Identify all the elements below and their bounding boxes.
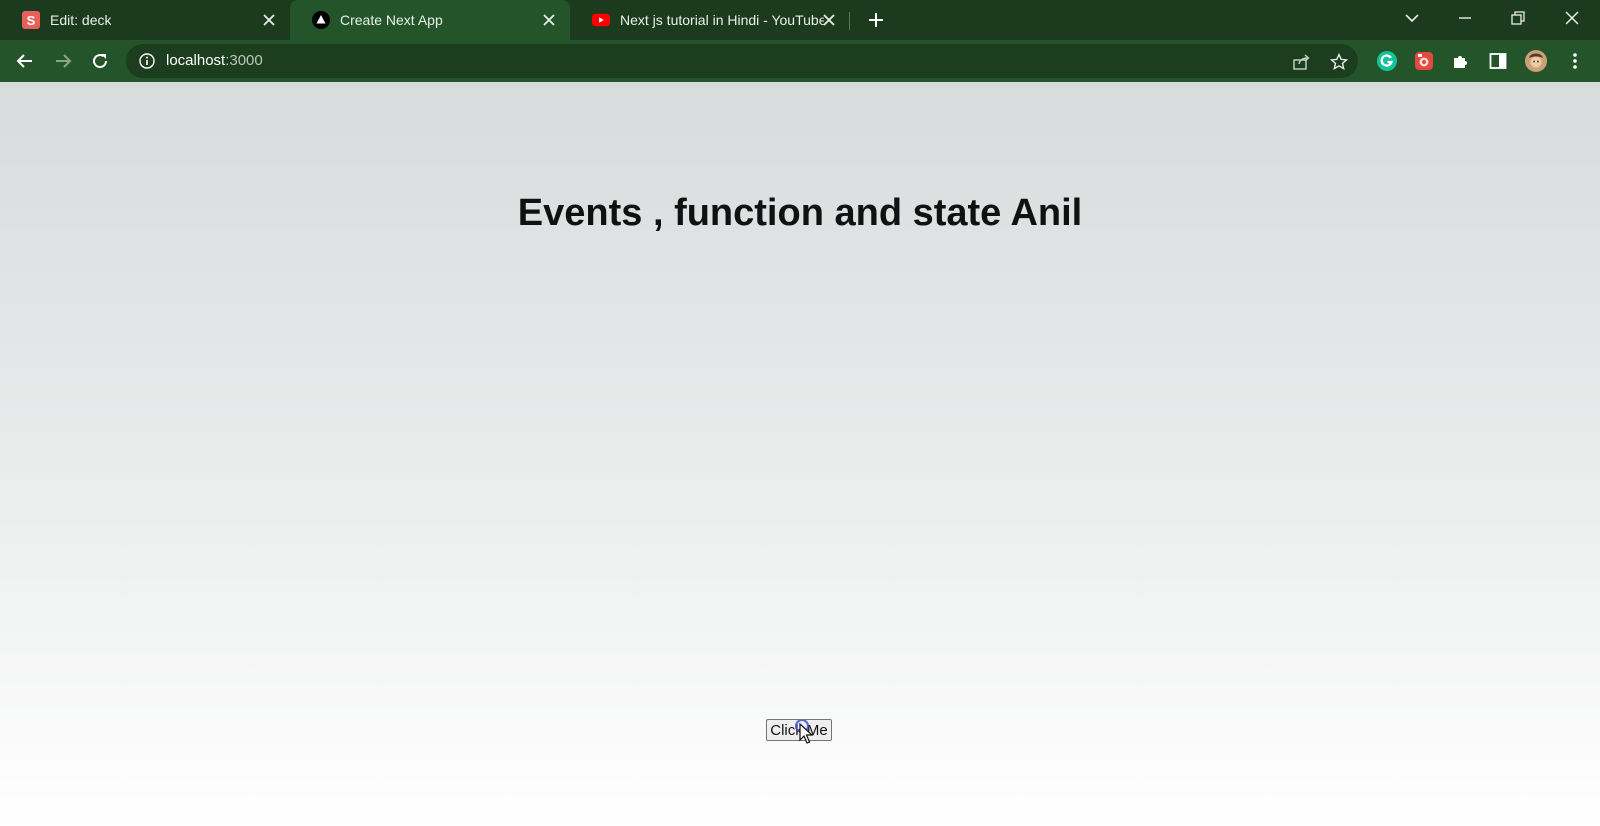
back-button[interactable] <box>13 49 37 73</box>
forward-button[interactable] <box>51 49 75 73</box>
bookmark-star-icon[interactable] <box>1329 52 1349 72</box>
profile-avatar[interactable] <box>1525 50 1547 72</box>
grammarly-icon[interactable] <box>1376 50 1398 72</box>
tab-edit-deck[interactable]: S Edit: deck <box>0 0 290 40</box>
close-tab-icon[interactable] <box>260 11 278 29</box>
close-icon <box>1565 11 1579 25</box>
slides-s-icon: S <box>22 11 40 29</box>
page-viewport: Events , function and state Anil Click M… <box>0 82 1600 826</box>
nextjs-triangle-icon <box>312 11 330 29</box>
url-text[interactable]: localhost:3000 <box>166 52 263 69</box>
svg-text:S: S <box>27 13 36 28</box>
close-tab-icon[interactable] <box>540 11 558 29</box>
tab-title: Next js tutorial in Hindi - YouTube <box>620 12 824 28</box>
side-panel-icon[interactable] <box>1487 50 1509 72</box>
minimize-icon <box>1459 17 1471 19</box>
minimize-button[interactable] <box>1451 6 1479 30</box>
share-icon[interactable] <box>1292 52 1312 72</box>
tab-title: Edit: deck <box>50 12 112 28</box>
tab-search-button[interactable] <box>1398 6 1426 30</box>
tab-create-next-app[interactable]: Create Next App <box>290 0 570 40</box>
url-port: :3000 <box>225 52 263 69</box>
arrow-left-icon <box>16 54 32 68</box>
site-info-icon[interactable] <box>138 52 156 70</box>
tab-youtube[interactable]: Next js tutorial in Hindi - YouTube <box>570 0 850 40</box>
kebab-menu-icon[interactable] <box>1564 50 1586 72</box>
reload-icon <box>93 54 108 69</box>
chevron-down-icon <box>1405 14 1419 23</box>
click-me-button[interactable]: Click Me <box>766 719 832 741</box>
puzzle-icon[interactable] <box>1450 50 1472 72</box>
close-tab-icon[interactable] <box>820 11 838 29</box>
url-host: localhost <box>166 52 226 69</box>
page-heading: Events , function and state Anil <box>517 192 1083 234</box>
youtube-icon <box>592 11 610 29</box>
address-bar[interactable]: localhost:3000 <box>126 44 1358 78</box>
new-tab-button[interactable] <box>864 8 888 32</box>
close-window-button[interactable] <box>1558 6 1586 30</box>
arrow-right-icon <box>56 54 72 68</box>
tab-strip: S Edit: deck Create Next App Next js tut… <box>0 0 1600 40</box>
browser-toolbar: localhost:3000 <box>0 40 1600 82</box>
reload-button[interactable] <box>88 49 112 73</box>
plus-icon <box>869 13 883 27</box>
tab-title: Create Next App <box>340 12 443 28</box>
tab-divider <box>849 12 850 30</box>
restore-icon <box>1511 11 1525 25</box>
screen-recorder-icon[interactable] <box>1413 50 1435 72</box>
restore-button[interactable] <box>1504 6 1532 30</box>
